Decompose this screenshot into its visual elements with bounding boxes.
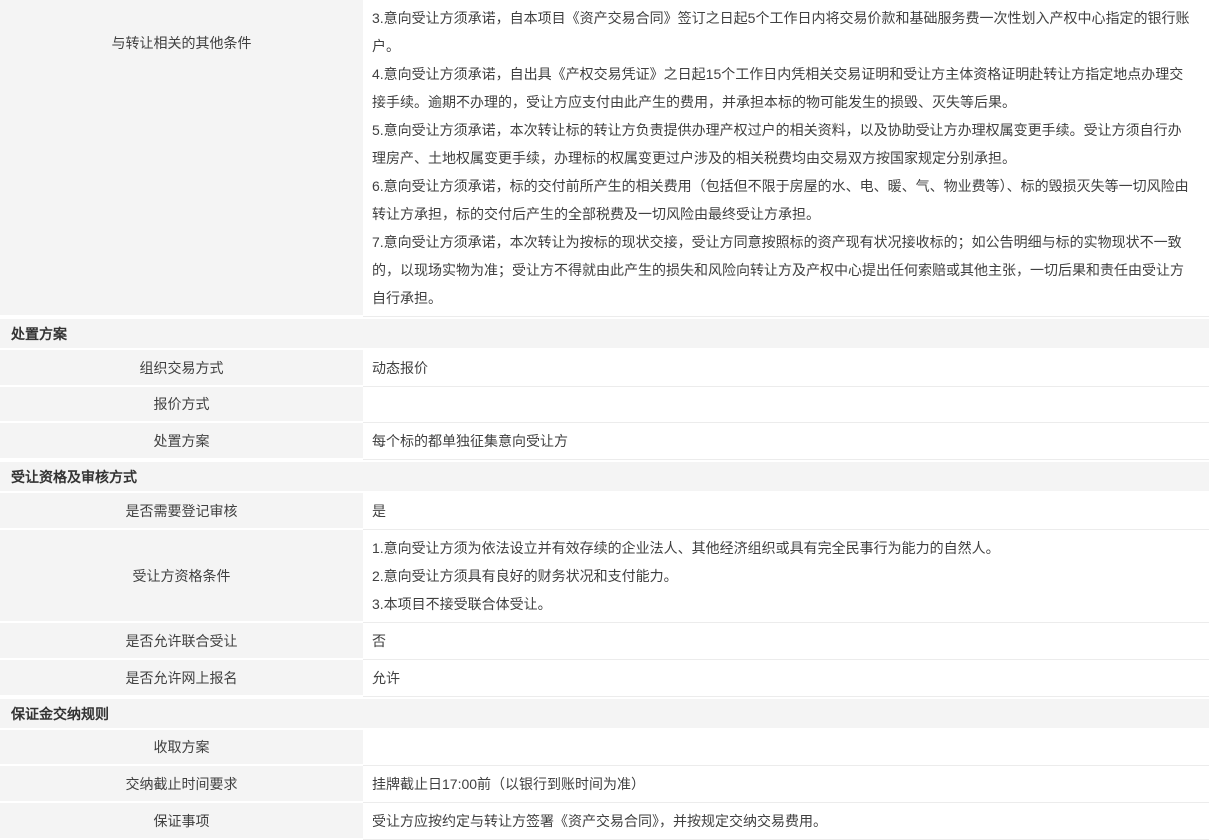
row-label: 是否需要登记审核 xyxy=(0,493,363,530)
row-value: 挂牌截止日17:00前（以银行到账时间为准） xyxy=(363,766,1209,803)
section-title: 受让资格及审核方式 xyxy=(11,467,137,487)
section-title: 处置方案 xyxy=(11,324,67,344)
value-line: 6.意向受让方须承诺，标的交付前所产生的相关费用（包括但不限于房屋的水、电、暖、… xyxy=(372,172,1193,228)
table-row: 是否允许联合受让否 xyxy=(0,623,1209,660)
row-value: 允许 xyxy=(363,660,1209,697)
table-row: 交纳截止时间要求挂牌截止日17:00前（以银行到账时间为准） xyxy=(0,766,1209,803)
table-row: 是否需要登记审核是 xyxy=(0,493,1209,530)
value-line: 1.意向受让方须为依法设立并有效存续的企业法人、其他经济组织或具有完全民事行为能… xyxy=(372,534,1193,562)
table-row: 与转让相关的其他条件3.意向受让方须承诺，自本项目《资产交易合同》签订之日起5个… xyxy=(0,0,1209,317)
row-label: 与转让相关的其他条件 xyxy=(0,0,363,317)
row-label: 受让方资格条件 xyxy=(0,530,363,623)
listing-detail-table: 与转让相关的其他条件3.意向受让方须承诺，自本项目《资产交易合同》签订之日起5个… xyxy=(0,0,1209,840)
table-row: 报价方式 xyxy=(0,387,1209,423)
section-header-row: 受让资格及审核方式 xyxy=(0,460,1209,493)
row-value: 1.意向受让方须为依法设立并有效存续的企业法人、其他经济组织或具有完全民事行为能… xyxy=(363,530,1209,623)
table-row: 受让方资格条件 1.意向受让方须为依法设立并有效存续的企业法人、其他经济组织或具有… xyxy=(0,530,1209,623)
value-line: 每个标的都单独征集意向受让方 xyxy=(372,427,1193,455)
row-label: 是否允许网上报名 xyxy=(0,660,363,697)
row-value: 是 xyxy=(363,493,1209,530)
table-row: 收取方案 xyxy=(0,730,1209,766)
section-header-row: 处置方案 xyxy=(0,317,1209,350)
value-line: 挂牌截止日17:00前（以银行到账时间为准） xyxy=(372,770,1193,798)
row-label: 交纳截止时间要求 xyxy=(0,766,363,803)
value-line: 3.本项目不接受联合体受让。 xyxy=(372,590,1193,618)
table-row: 处置方案每个标的都单独征集意向受让方 xyxy=(0,423,1209,460)
row-label: 收取方案 xyxy=(0,730,363,766)
value-line: 2.意向受让方须具有良好的财务状况和支付能力。 xyxy=(372,562,1193,590)
value-line: 否 xyxy=(372,627,1193,655)
value-line: 3.意向受让方须承诺，自本项目《资产交易合同》签订之日起5个工作日内将交易价款和… xyxy=(372,4,1193,60)
row-value xyxy=(363,387,1209,423)
value-line: 受让方应按约定与转让方签署《资产交易合同》，并按规定交纳交易费用。 xyxy=(372,807,1193,835)
row-label: 组织交易方式 xyxy=(0,350,363,387)
value-line: 允许 xyxy=(372,664,1193,692)
section-title: 保证金交纳规则 xyxy=(11,704,109,724)
value-line: 是 xyxy=(372,497,1193,525)
row-label: 处置方案 xyxy=(0,423,363,460)
value-line: 4.意向受让方须承诺，自出具《产权交易凭证》之日起15个工作日内凭相关交易证明和… xyxy=(372,60,1193,116)
row-value: 否 xyxy=(363,623,1209,660)
row-label: 报价方式 xyxy=(0,387,363,423)
row-value: 3.意向受让方须承诺，自本项目《资产交易合同》签订之日起5个工作日内将交易价款和… xyxy=(363,0,1209,317)
table-row: 组织交易方式动态报价 xyxy=(0,350,1209,387)
table-row: 是否允许网上报名允许 xyxy=(0,660,1209,697)
section-header-row: 保证金交纳规则 xyxy=(0,697,1209,730)
row-value: 每个标的都单独征集意向受让方 xyxy=(363,423,1209,460)
row-value: 动态报价 xyxy=(363,350,1209,387)
value-line: 7.意向受让方须承诺，本次转让为按标的现状交接，受让方同意按照标的资产现有状况接… xyxy=(372,228,1193,312)
value-line: 5.意向受让方须承诺，本次转让标的转让方负责提供办理产权过户的相关资料，以及协助… xyxy=(372,116,1193,172)
row-label: 是否允许联合受让 xyxy=(0,623,363,660)
row-value xyxy=(363,730,1209,766)
value-line: 动态报价 xyxy=(372,354,1193,382)
